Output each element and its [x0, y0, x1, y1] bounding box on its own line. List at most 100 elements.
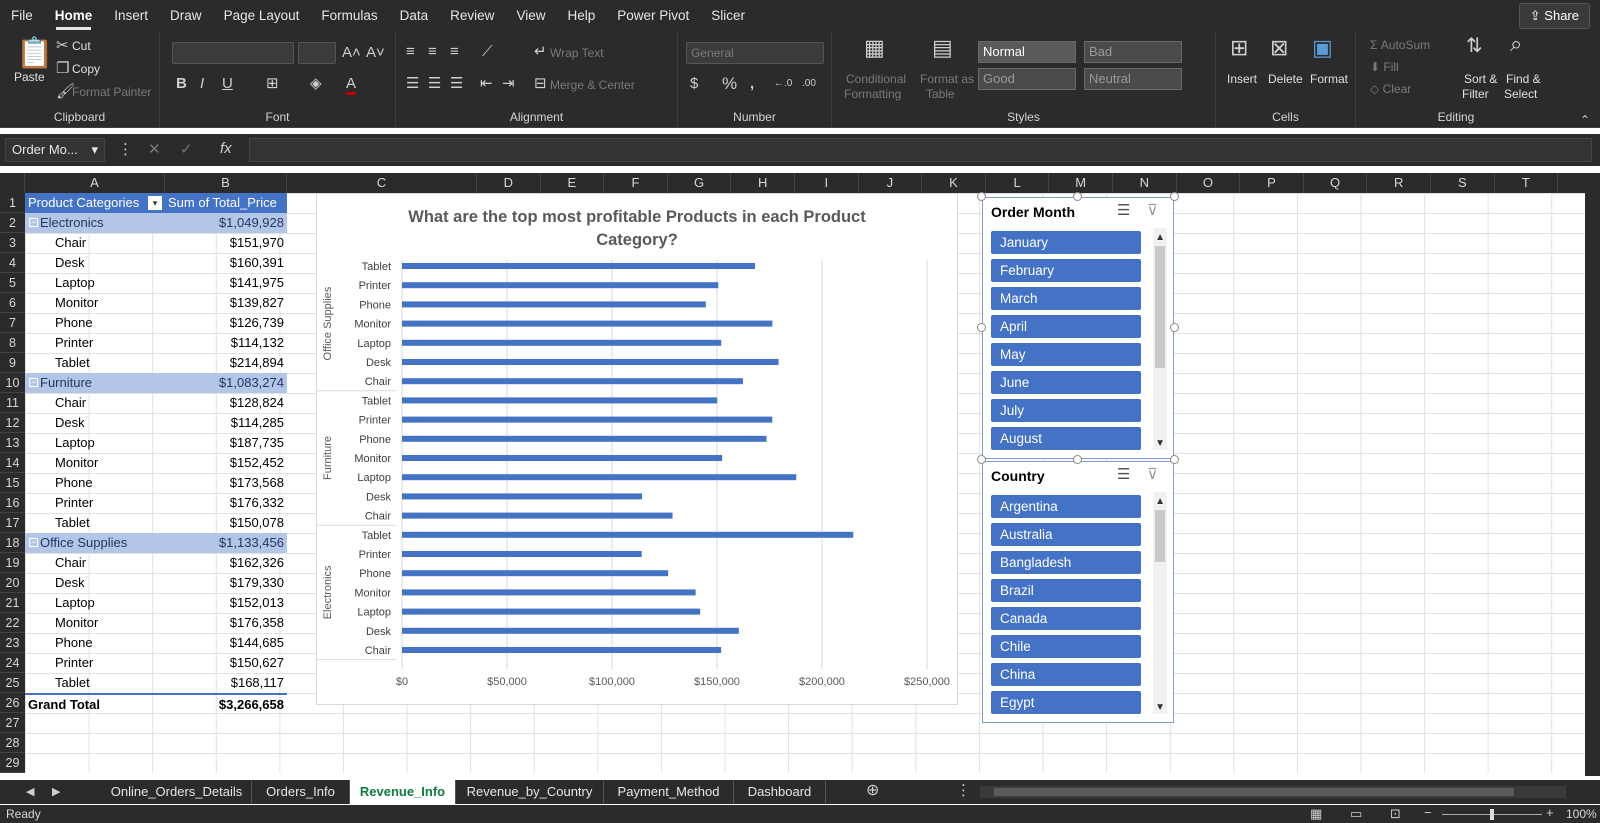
slicer-item[interactable]: China — [991, 663, 1141, 686]
column-header[interactable]: R — [1367, 173, 1431, 193]
top-align-icon[interactable]: ≡ — [406, 44, 415, 60]
bold-icon[interactable]: B — [176, 76, 187, 92]
find-select-button[interactable]: Find & — [1506, 72, 1541, 86]
name-box[interactable]: Order Mo... ▾ — [5, 138, 105, 162]
slicer-item[interactable]: Chile — [991, 635, 1141, 658]
bar[interactable] — [402, 627, 739, 634]
format-as-table-button[interactable]: Format as — [920, 72, 974, 86]
row-header[interactable]: 10 — [0, 373, 25, 393]
increase-indent-icon[interactable]: ⇥ — [502, 76, 515, 92]
copy-icon[interactable]: ❐ — [56, 61, 69, 77]
bar[interactable] — [402, 551, 642, 557]
order-month-slicer[interactable]: Order Month ☰ ⊽ January February March Apri… — [982, 197, 1174, 459]
menu-review[interactable]: Review — [439, 0, 505, 32]
clear-filter-icon[interactable]: ⊽ — [1147, 467, 1158, 483]
resize-handle[interactable] — [1073, 455, 1082, 464]
shrink-font-icon[interactable]: A˅ — [366, 45, 385, 61]
bar[interactable] — [402, 301, 706, 308]
menu-help[interactable]: Help — [556, 0, 606, 32]
row-header[interactable]: 12 — [0, 413, 25, 433]
column-header[interactable]: J — [859, 173, 923, 193]
comma-icon[interactable]: , — [750, 76, 754, 92]
clear-filter-icon[interactable]: ⊽ — [1147, 203, 1158, 219]
menu-home[interactable]: Home — [44, 0, 104, 32]
insert-function-button[interactable]: fx — [220, 141, 232, 157]
autosum-button[interactable]: Σ AutoSum — [1370, 38, 1430, 52]
sheet-tab[interactable]: Online_Orders_Details — [102, 780, 252, 804]
slicer-item[interactable]: August — [991, 427, 1141, 450]
font-size-select[interactable] — [298, 42, 336, 64]
sheet-tab[interactable]: Orders_Info — [252, 780, 350, 804]
conditional-formatting-icon[interactable]: ▦ — [864, 37, 885, 59]
bar[interactable] — [402, 359, 779, 365]
sheet-tab[interactable]: Dashboard — [734, 780, 826, 804]
menu-power-pivot[interactable]: Power Pivot — [606, 0, 700, 32]
slicer-scrollbar[interactable] — [1153, 228, 1167, 450]
normal-view-icon[interactable]: ▦ — [1310, 806, 1322, 822]
slicer-item[interactable]: Australia — [991, 523, 1141, 546]
row-header[interactable]: 14 — [0, 453, 25, 473]
bar[interactable] — [402, 474, 797, 481]
page-break-view-icon[interactable]: ⊡ — [1390, 806, 1401, 822]
row-header[interactable]: 13 — [0, 433, 25, 453]
column-header[interactable]: E — [541, 173, 605, 193]
copy-button[interactable]: Copy — [72, 62, 100, 76]
format-cells-icon[interactable]: ▣ — [1312, 37, 1333, 59]
borders-icon[interactable]: ⊞ — [266, 76, 279, 92]
bar[interactable] — [402, 263, 756, 269]
scroll-down-icon[interactable]: ▼ — [1155, 436, 1165, 452]
find-icon[interactable]: ⌕ — [1510, 33, 1522, 55]
bar[interactable] — [402, 378, 743, 385]
vertical-scrollbar[interactable] — [1585, 176, 1600, 776]
slicer-item[interactable]: Bangladesh — [991, 551, 1141, 574]
bar[interactable] — [402, 397, 718, 404]
wrap-text-icon[interactable]: ↵ — [534, 44, 547, 60]
row-header[interactable]: 24 — [0, 653, 25, 673]
slicer-item[interactable]: Brazil — [991, 579, 1141, 602]
menu-insert[interactable]: Insert — [103, 0, 159, 32]
slicer-item[interactable]: July — [991, 399, 1141, 422]
column-header[interactable]: G — [668, 173, 732, 193]
column-header[interactable]: F — [604, 173, 668, 193]
row-header[interactable]: 19 — [0, 553, 25, 573]
column-header[interactable]: M — [1049, 173, 1113, 193]
select-all-corner[interactable] — [0, 173, 25, 193]
percent-icon[interactable]: % — [722, 75, 737, 92]
column-header[interactable]: I — [795, 173, 859, 193]
style-bad[interactable]: Bad — [1084, 41, 1182, 63]
collapse-ribbon-icon[interactable]: ⌃ — [1580, 112, 1590, 128]
row-header[interactable]: 4 — [0, 253, 25, 273]
bar[interactable] — [402, 282, 719, 289]
share-button[interactable]: ⇪ Share — [1518, 3, 1590, 29]
underline-icon[interactable]: U — [222, 76, 233, 92]
merge-center-button[interactable]: Merge & Center — [550, 78, 635, 92]
formula-input[interactable] — [249, 138, 1592, 162]
slicer-item[interactable]: March — [991, 287, 1141, 310]
increase-decimal-icon[interactable]: ←.0 — [774, 76, 792, 92]
resize-handle[interactable] — [977, 192, 986, 201]
bar[interactable] — [402, 512, 673, 519]
format-as-table-icon[interactable]: ▤ — [932, 37, 953, 59]
italic-icon[interactable]: I — [200, 76, 204, 92]
tab-options-icon[interactable]: ⋮ — [956, 783, 971, 799]
column-header[interactable]: Q — [1304, 173, 1368, 193]
grow-font-icon[interactable]: A˄ — [342, 45, 361, 61]
column-header[interactable]: H — [731, 173, 795, 193]
slicer-item[interactable]: January — [991, 231, 1141, 254]
bottom-align-icon[interactable]: ≡ — [450, 44, 459, 60]
column-header[interactable]: A — [25, 173, 165, 193]
row-header[interactable]: 9 — [0, 353, 25, 373]
bar[interactable] — [402, 320, 773, 327]
multi-select-icon[interactable]: ☰ — [1117, 467, 1130, 483]
multi-select-icon[interactable]: ☰ — [1117, 203, 1130, 219]
sort-filter-button[interactable]: Sort & — [1464, 72, 1497, 86]
collapse-icon[interactable]: − — [29, 378, 38, 387]
column-header[interactable]: B — [165, 173, 287, 193]
enter-icon[interactable]: ✓ — [180, 142, 193, 158]
column-header[interactable]: N — [1113, 173, 1177, 193]
insert-cells-button[interactable]: Insert — [1227, 72, 1257, 86]
horizontal-scrollbar[interactable] — [980, 786, 1566, 798]
bar[interactable] — [402, 493, 642, 500]
row-header[interactable]: 25 — [0, 673, 25, 693]
resize-handle[interactable] — [1170, 323, 1179, 332]
